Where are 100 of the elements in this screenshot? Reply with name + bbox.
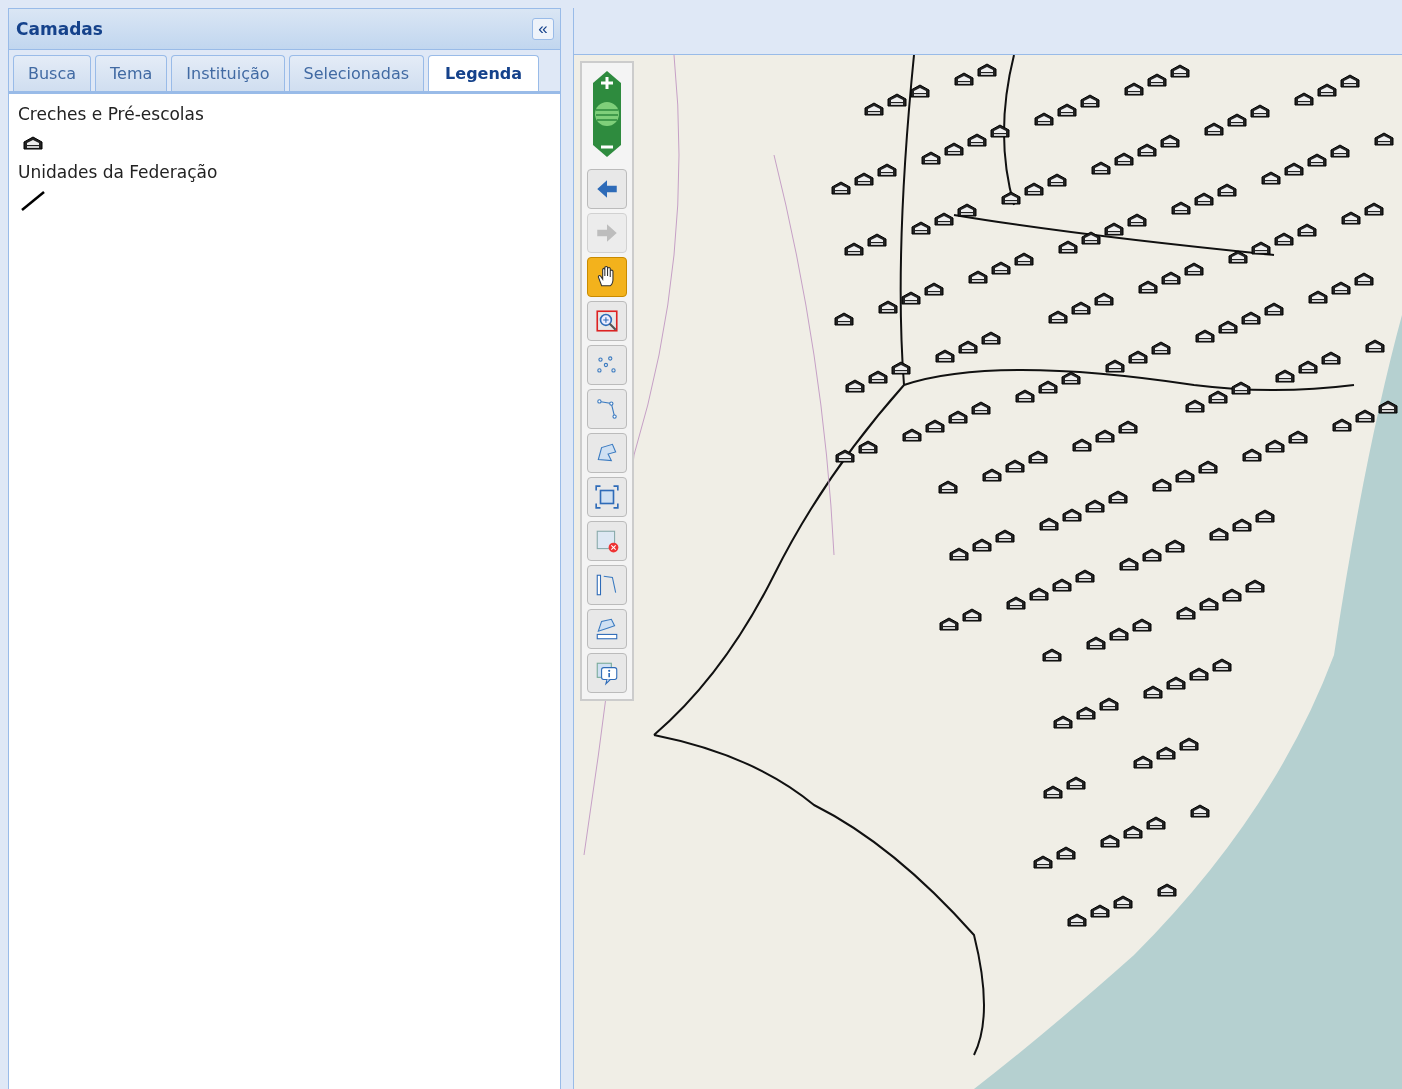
school-marker-icon[interactable] — [1227, 113, 1247, 127]
school-marker-icon[interactable] — [1038, 380, 1058, 394]
school-marker-icon[interactable] — [23, 136, 43, 150]
school-marker-icon[interactable] — [1075, 569, 1095, 583]
school-marker-icon[interactable] — [935, 349, 955, 363]
tab[interactable]: Tema — [95, 55, 168, 91]
school-marker-icon[interactable] — [1317, 83, 1337, 97]
school-marker-icon[interactable] — [991, 261, 1011, 275]
school-marker-icon[interactable] — [1080, 94, 1100, 108]
school-marker-icon[interactable] — [1160, 134, 1180, 148]
school-marker-icon[interactable] — [877, 163, 897, 177]
school-marker-icon[interactable] — [1081, 231, 1101, 245]
zoom-slider-icon[interactable] — [591, 69, 623, 159]
school-marker-icon[interactable] — [1242, 448, 1262, 462]
school-marker-icon[interactable] — [1039, 517, 1059, 531]
school-marker-icon[interactable] — [1029, 587, 1049, 601]
school-marker-icon[interactable] — [1189, 667, 1209, 681]
school-marker-icon[interactable] — [1275, 369, 1295, 383]
school-marker-icon[interactable] — [1114, 152, 1134, 166]
school-marker-icon[interactable] — [1157, 883, 1177, 897]
school-marker-icon[interactable] — [954, 72, 974, 86]
school-marker-icon[interactable] — [982, 468, 1002, 482]
school-marker-icon[interactable] — [1105, 359, 1125, 373]
school-marker-icon[interactable] — [1071, 301, 1091, 315]
school-marker-icon[interactable] — [887, 93, 907, 107]
school-marker-icon[interactable] — [1261, 171, 1281, 185]
school-marker-icon[interactable] — [1284, 162, 1304, 176]
school-marker-icon[interactable] — [1298, 360, 1318, 374]
school-marker-icon[interactable] — [1265, 439, 1285, 453]
school-marker-icon[interactable] — [1056, 846, 1076, 860]
school-marker-icon[interactable] — [1057, 103, 1077, 117]
school-marker-icon[interactable] — [1185, 399, 1205, 413]
school-marker-icon[interactable] — [1354, 272, 1374, 286]
school-marker-icon[interactable] — [1062, 508, 1082, 522]
school-marker-icon[interactable] — [977, 63, 997, 77]
info-tool-button[interactable] — [587, 653, 627, 693]
school-marker-icon[interactable] — [1152, 478, 1172, 492]
school-marker-icon[interactable] — [1365, 339, 1385, 353]
school-marker-icon[interactable] — [1058, 240, 1078, 254]
school-marker-icon[interactable] — [1307, 153, 1327, 167]
school-marker-icon[interactable] — [1194, 192, 1214, 206]
pan-tool-button[interactable] — [587, 257, 627, 297]
school-marker-icon[interactable] — [1034, 112, 1054, 126]
school-marker-icon[interactable] — [1015, 389, 1035, 403]
measureline-tool-button[interactable] — [587, 565, 627, 605]
school-marker-icon[interactable] — [1161, 271, 1181, 285]
school-marker-icon[interactable] — [1024, 182, 1044, 196]
school-marker-icon[interactable] — [1378, 400, 1398, 414]
school-marker-icon[interactable] — [1118, 420, 1138, 434]
school-marker-icon[interactable] — [1085, 499, 1105, 513]
school-marker-icon[interactable] — [1374, 132, 1394, 146]
school-marker-icon[interactable] — [949, 547, 969, 561]
school-marker-icon[interactable] — [1147, 73, 1167, 87]
school-marker-icon[interactable] — [938, 480, 958, 494]
school-marker-icon[interactable] — [1364, 202, 1384, 216]
school-marker-icon[interactable] — [854, 172, 874, 186]
extent-tool-button[interactable] — [587, 477, 627, 517]
school-marker-icon[interactable] — [1321, 351, 1341, 365]
school-marker-icon[interactable] — [1228, 250, 1248, 264]
school-marker-icon[interactable] — [1113, 895, 1133, 909]
school-marker-icon[interactable] — [1241, 311, 1261, 325]
school-marker-icon[interactable] — [1218, 320, 1238, 334]
school-marker-icon[interactable] — [1176, 606, 1196, 620]
school-marker-icon[interactable] — [925, 419, 945, 433]
school-marker-icon[interactable] — [1170, 64, 1190, 78]
measurearea-tool-button[interactable] — [587, 609, 627, 649]
school-marker-icon[interactable] — [1146, 816, 1166, 830]
school-marker-icon[interactable] — [1308, 290, 1328, 304]
clear-tool-button[interactable] — [587, 521, 627, 561]
school-marker-icon[interactable] — [1195, 329, 1215, 343]
school-marker-icon[interactable] — [934, 212, 954, 226]
school-marker-icon[interactable] — [971, 401, 991, 415]
polygon-tool-button[interactable] — [587, 433, 627, 473]
school-marker-icon[interactable] — [962, 608, 982, 622]
school-marker-icon[interactable] — [1033, 855, 1053, 869]
school-marker-icon[interactable] — [1297, 223, 1317, 237]
school-marker-icon[interactable] — [858, 440, 878, 454]
school-marker-icon[interactable] — [1095, 429, 1115, 443]
school-marker-icon[interactable] — [1005, 459, 1025, 473]
school-marker-icon[interactable] — [1108, 490, 1128, 504]
school-marker-icon[interactable] — [924, 282, 944, 296]
school-marker-icon[interactable] — [910, 84, 930, 98]
school-marker-icon[interactable] — [1198, 460, 1218, 474]
school-marker-icon[interactable] — [1072, 438, 1092, 452]
school-marker-icon[interactable] — [1066, 776, 1086, 790]
school-marker-icon[interactable] — [1094, 292, 1114, 306]
school-marker-icon[interactable] — [957, 203, 977, 217]
school-marker-icon[interactable] — [902, 428, 922, 442]
school-marker-icon[interactable] — [1250, 104, 1270, 118]
school-marker-icon[interactable] — [995, 529, 1015, 543]
school-marker-icon[interactable] — [1143, 685, 1163, 699]
school-marker-icon[interactable] — [891, 361, 911, 375]
school-marker-icon[interactable] — [921, 151, 941, 165]
school-marker-icon[interactable] — [1124, 82, 1144, 96]
school-marker-icon[interactable] — [948, 410, 968, 424]
school-marker-icon[interactable] — [967, 133, 987, 147]
school-marker-icon[interactable] — [1190, 804, 1210, 818]
school-marker-icon[interactable] — [981, 331, 1001, 345]
school-marker-icon[interactable] — [1208, 390, 1228, 404]
school-marker-icon[interactable] — [1100, 834, 1120, 848]
